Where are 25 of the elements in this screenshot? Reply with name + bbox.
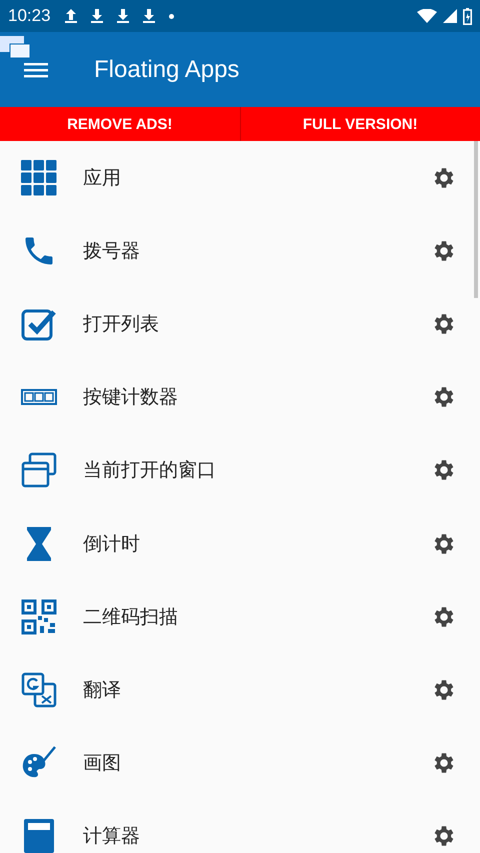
app-item-label[interactable]: 翻译 (83, 676, 430, 703)
status-time: 10:23 (8, 6, 51, 26)
app-item-label[interactable]: 当前打开的窗口 (83, 457, 430, 484)
translate-icon (21, 672, 57, 708)
download-icon (90, 9, 103, 23)
signal-icon (443, 9, 457, 23)
battery-icon (463, 8, 472, 24)
app-item-label[interactable]: 计算器 (83, 823, 430, 850)
app-title: Floating Apps (94, 56, 240, 84)
app-item-label[interactable]: 二维码扫描 (83, 604, 430, 630)
download-icon (116, 9, 129, 23)
app-item-label[interactable]: 按键计数器 (83, 384, 430, 410)
app-item-label[interactable]: 画图 (83, 750, 430, 776)
app-item-label[interactable]: 应用 (83, 164, 430, 191)
counter-icon (21, 389, 57, 406)
notification-dot-icon (168, 14, 174, 18)
app-item-label[interactable]: 打开列表 (83, 310, 430, 337)
download-icon (142, 9, 155, 23)
grid-icon (21, 160, 57, 196)
upload-icon (64, 9, 77, 23)
app-item-label[interactable]: 拨号器 (83, 238, 430, 264)
wifi-icon (417, 9, 437, 23)
qr-code-icon (21, 598, 57, 635)
windows-icon (21, 452, 57, 488)
app-item-label[interactable]: 倒计时 (83, 530, 430, 557)
